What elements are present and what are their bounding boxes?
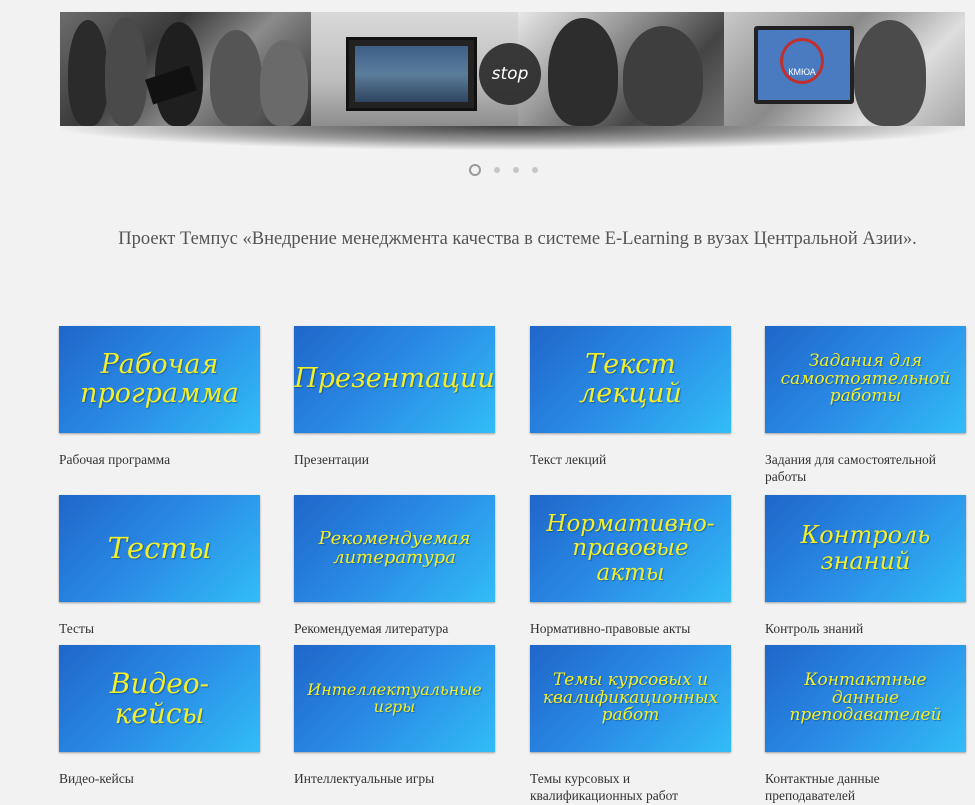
tile-caption-link[interactable]: Рекомендуемая литература [294,620,495,637]
tile-banner[interactable]: Видео-кейсы [59,645,260,752]
person-figure [210,30,262,126]
university-logo: КМЮА [780,38,824,84]
tile-teacher-contacts[interactable]: Контактные данные преподавателей Контакт… [765,645,966,804]
slide-students-phone[interactable] [518,12,724,126]
tile-presentations[interactable]: Презентации Презентации [294,326,495,468]
computer-monitor: КМЮА [754,26,854,104]
slider-pagination [469,164,538,176]
tile-work-program[interactable]: Рабочая программа Рабочая программа [59,326,260,468]
tile-video-cases[interactable]: Видео-кейсы Видео-кейсы [59,645,260,787]
slider-shadow [60,126,965,150]
tile-caption-link[interactable]: Тесты [59,620,260,637]
tile-intellectual-games[interactable]: Интеллектуальные игры Интеллектуальные и… [294,645,495,787]
slider-dot-1[interactable] [469,164,481,176]
tile-coursework-topics[interactable]: Темы курсовых и квалификационных работ Т… [530,645,731,804]
tile-banner[interactable]: Презентации [294,326,495,433]
tile-caption-link[interactable]: Нормативно-правовые акты [530,620,731,637]
tile-caption-link[interactable]: Рабочая программа [59,451,260,468]
tile-banner[interactable]: Текст лекций [530,326,731,433]
tile-tests[interactable]: Тесты Тесты [59,495,260,637]
slider-dot-4[interactable] [532,167,538,173]
person-figure [105,17,147,126]
person-figure [68,20,108,126]
tile-caption-link[interactable]: Задания для самостоятельной работы [765,451,966,485]
tile-banner[interactable]: Интеллектуальные игры [294,645,495,752]
person-figure [623,26,703,126]
tile-caption-link[interactable]: Видео-кейсы [59,770,260,787]
tile-caption-link[interactable]: Текст лекций [530,451,731,468]
person-figure [854,20,926,126]
slider-dot-3[interactable] [513,167,519,173]
person-figure [260,40,308,126]
tile-banner[interactable]: Контроль знаний [765,495,966,602]
tile-knowledge-control[interactable]: Контроль знаний Контроль знаний [765,495,966,637]
tile-caption-link[interactable]: Интеллектуальные игры [294,770,495,787]
tile-recommended-literature[interactable]: Рекомендуемая литература Рекомендуемая л… [294,495,495,637]
person-figure [548,18,618,126]
tile-caption-link[interactable]: Темы курсовых и квалификационных работ [530,770,731,804]
tile-banner[interactable]: Рабочая программа [59,326,260,433]
tile-legal-acts[interactable]: Нормативно-правовые акты Нормативно-прав… [530,495,731,637]
tile-self-study-tasks[interactable]: Задания для самостоятельной работы Задан… [765,326,966,485]
tile-caption-link[interactable]: Презентации [294,451,495,468]
tile-banner[interactable]: Рекомендуемая литература [294,495,495,602]
slide-student-computer[interactable]: КМЮА [724,12,965,126]
tile-banner[interactable]: Нормативно-правовые акты [530,495,731,602]
conference-screen [346,37,477,111]
tile-caption-link[interactable]: Контактные данные преподавателей [765,770,966,804]
tile-banner[interactable]: Контактные данные преподавателей [765,645,966,752]
tile-caption-link[interactable]: Контроль знаний [765,620,966,637]
tile-banner[interactable]: Тесты [59,495,260,602]
slider-stop-button[interactable]: stop [479,43,541,105]
slider-dot-2[interactable] [494,167,500,173]
tile-lecture-text[interactable]: Текст лекций Текст лекций [530,326,731,468]
tile-banner[interactable]: Темы курсовых и квалификационных работ [530,645,731,752]
project-title: Проект Темпус «Внедрение менеджмента кач… [118,229,917,249]
slide-students-tablet[interactable] [60,12,311,126]
tile-banner[interactable]: Задания для самостоятельной работы [765,326,966,433]
